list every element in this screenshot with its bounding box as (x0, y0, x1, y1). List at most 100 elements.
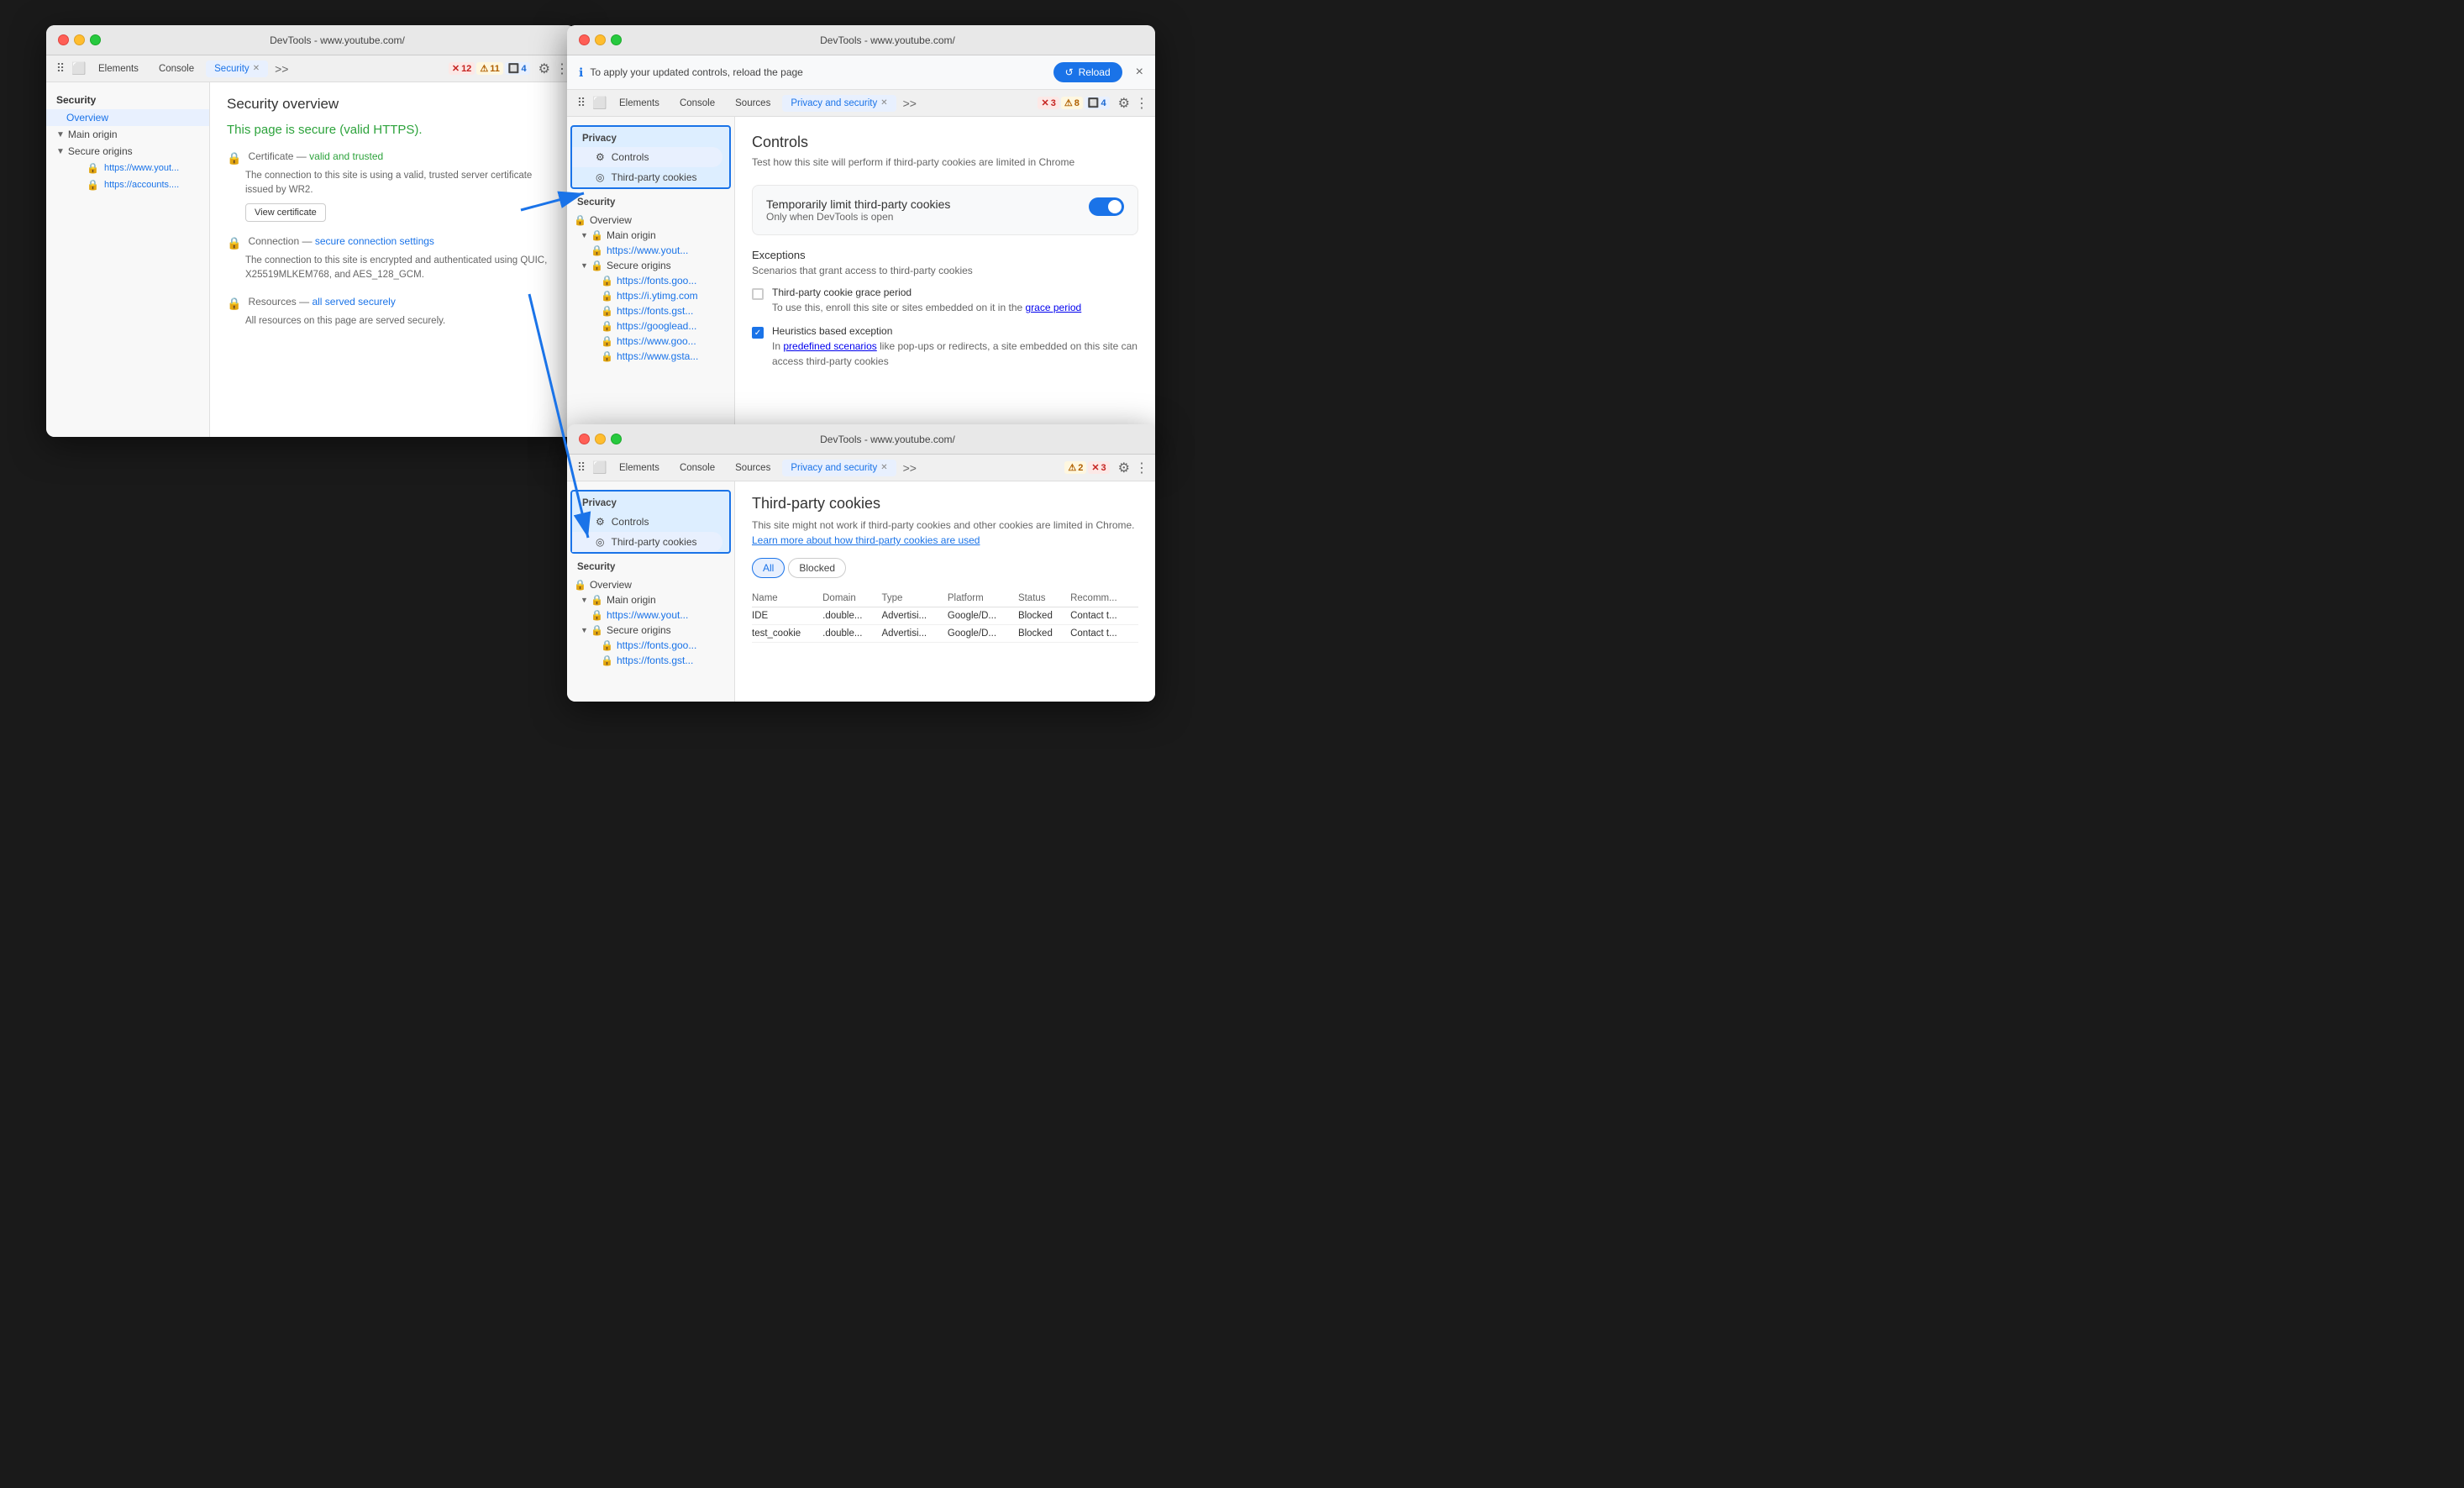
maximize-button-1[interactable] (90, 34, 101, 45)
devtools-icon-3a[interactable]: ⠿ (574, 460, 589, 476)
privacy-section-highlighted-3: Privacy ⚙ Controls ◎ Third-party cookies (570, 490, 731, 554)
close-icon-tab-3[interactable]: ✕ (880, 463, 887, 472)
close-icon-security-tab[interactable]: ✕ (253, 64, 260, 73)
sidebar-item-url1[interactable]: 🔒 https://www.yout... (46, 160, 209, 176)
more-icon-2[interactable]: ⋮ (1135, 95, 1148, 112)
cert-header: 🔒 Certificate — valid and trusted (227, 150, 559, 166)
devtools-icon-2b[interactable]: ⬜ (592, 96, 607, 111)
info-badge-2: 🔲 4 (1085, 97, 1110, 109)
devtools-icon-2a[interactable]: ⠿ (574, 96, 589, 111)
tab-sources-3[interactable]: Sources (727, 460, 779, 476)
lock-icon-su3-2: 🔒 (601, 305, 613, 317)
filter-all-tab[interactable]: All (752, 558, 785, 578)
checkbox-heuristics[interactable]: ✓ (752, 327, 764, 339)
titlebar-3: DevTools - www.youtube.com/ (567, 424, 1155, 455)
maximize-button-3[interactable] (611, 434, 622, 444)
resources-header: 🔒 Resources — all served securely (227, 296, 559, 311)
close-banner-button[interactable]: × (1136, 65, 1143, 80)
table-row[interactable]: test_cookie.double...Advertisi...Google/… (752, 625, 1138, 643)
col-name: Name (752, 590, 822, 607)
more-tabs-1[interactable]: >> (271, 62, 292, 76)
gear-icon-2[interactable]: ⚙ (1118, 95, 1130, 112)
grace-period-link[interactable]: grace period (1026, 302, 1082, 313)
lock-icon-su4-2: 🔒 (601, 320, 613, 332)
tree-secure-url1-3[interactable]: 🔒 https://fonts.goo... (567, 638, 734, 653)
tree-overview-2[interactable]: 🔒 Overview (567, 213, 734, 228)
more-tabs-3[interactable]: >> (900, 461, 920, 475)
exceptions-section: Exceptions Scenarios that grant access t… (752, 249, 1138, 369)
resources-title: Resources — all served securely (248, 296, 395, 308)
sidebar-controls[interactable]: ⚙ Controls (572, 147, 722, 167)
window-title-1: DevTools - www.youtube.com/ (111, 34, 564, 46)
tab-elements-2[interactable]: Elements (611, 95, 668, 112)
resources-body: All resources on this page are served se… (227, 314, 559, 329)
tab-console-1[interactable]: Console (150, 60, 202, 77)
sidebar-toggle-secure-origins[interactable]: ▼ Secure origins (46, 143, 209, 160)
sidebar-third-party[interactable]: ◎ Third-party cookies (572, 167, 729, 187)
devtools-icon-3b[interactable]: ⬜ (592, 460, 607, 476)
tree-main-url-2[interactable]: 🔒 https://www.yout... (567, 243, 734, 258)
tree-secure-origins-toggle-2[interactable]: ▼ 🔒 Secure origins (567, 258, 734, 273)
minimize-button-2[interactable] (595, 34, 606, 45)
learn-more-link[interactable]: Learn more about how third-party cookies… (752, 534, 980, 546)
tab-privacy-security[interactable]: Privacy and security ✕ (782, 95, 896, 112)
sidebar-item-url2[interactable]: 🔒 https://accounts.... (46, 176, 209, 193)
sidebar-third-party-3[interactable]: ◎ Third-party cookies (572, 532, 722, 552)
info-icon-1: 🔲 (508, 63, 520, 74)
tree-secure-url5-2[interactable]: 🔒 https://www.goo... (567, 334, 734, 349)
cert-status-link[interactable]: valid and trusted (309, 150, 383, 162)
close-button-1[interactable] (58, 34, 69, 45)
close-button-3[interactable] (579, 434, 590, 444)
lock-icon-su2-2: 🔒 (601, 290, 613, 302)
minimize-button-1[interactable] (74, 34, 85, 45)
tree-secure-url2-2[interactable]: 🔒 https://i.ytimg.com (567, 288, 734, 303)
sidebar-toggle-main-origin[interactable]: ▼ Main origin (46, 126, 209, 143)
sidebar-controls-3[interactable]: ⚙ Controls (572, 512, 729, 532)
limit-cookies-toggle[interactable] (1089, 197, 1124, 216)
close-button-2[interactable] (579, 34, 590, 45)
gear-icon-3[interactable]: ⚙ (1118, 460, 1130, 476)
tree-main-url-3[interactable]: 🔒 https://www.yout... (567, 607, 734, 623)
tab-console-3[interactable]: Console (671, 460, 723, 476)
devtools-icon-1[interactable]: ⠿ (53, 61, 68, 76)
lock-icon-cert: 🔒 (227, 151, 241, 166)
tree-secure-url3-2[interactable]: 🔒 https://fonts.gst... (567, 303, 734, 318)
tree-secure-url6-2[interactable]: 🔒 https://www.gsta... (567, 349, 734, 364)
tab-sources-2[interactable]: Sources (727, 95, 779, 112)
more-tabs-2[interactable]: >> (900, 97, 920, 110)
reload-button[interactable]: ↺ Reload (1053, 62, 1122, 82)
maximize-button-2[interactable] (611, 34, 622, 45)
tree-secure-url1-2[interactable]: 🔒 https://fonts.goo... (567, 273, 734, 288)
more-icon-3[interactable]: ⋮ (1135, 460, 1148, 476)
cell-status: Blocked (1018, 607, 1070, 625)
chevron-down-icon-secure: ▼ (56, 147, 65, 156)
tab-elements-3[interactable]: Elements (611, 460, 668, 476)
resources-status-link[interactable]: all served securely (312, 296, 395, 308)
lock-icon-main-2: 🔒 (591, 229, 603, 241)
tab-elements-1[interactable]: Elements (90, 60, 147, 77)
lock-icon-su1-3: 🔒 (601, 639, 613, 651)
minimize-button-3[interactable] (595, 434, 606, 444)
exception-grace-period: Third-party cookie grace period To use t… (752, 287, 1138, 315)
connection-status-link[interactable]: secure connection settings (315, 235, 434, 247)
lock-icon-secure-2: 🔒 (591, 260, 603, 271)
tree-secure-origins-toggle-3[interactable]: ▼ 🔒 Secure origins (567, 623, 734, 638)
gear-icon-1[interactable]: ⚙ (539, 60, 550, 77)
tree-secure-url2-3[interactable]: 🔒 https://fonts.gst... (567, 653, 734, 668)
filter-blocked-tab[interactable]: Blocked (788, 558, 846, 578)
predefined-scenarios-link[interactable]: predefined scenarios (783, 340, 876, 352)
view-certificate-button[interactable]: View certificate (245, 203, 326, 222)
close-icon-privacy-tab[interactable]: ✕ (880, 98, 887, 108)
tab-security[interactable]: Security ✕ (206, 60, 268, 77)
window-title-2: DevTools - www.youtube.com/ (632, 34, 1143, 46)
tree-main-origin-toggle-2[interactable]: ▼ 🔒 Main origin (567, 228, 734, 243)
devtools-icon-2[interactable]: ⬜ (71, 61, 87, 76)
table-row[interactable]: IDE.double...Advertisi...Google/D...Bloc… (752, 607, 1138, 625)
tab-privacy-security-3[interactable]: Privacy and security ✕ (782, 460, 896, 476)
tree-main-origin-toggle-3[interactable]: ▼ 🔒 Main origin (567, 592, 734, 607)
sidebar-item-overview[interactable]: Overview (46, 109, 209, 126)
checkbox-grace-period[interactable] (752, 288, 764, 300)
tree-overview-3[interactable]: 🔒 Overview (567, 577, 734, 592)
tab-console-2[interactable]: Console (671, 95, 723, 112)
tree-secure-url4-2[interactable]: 🔒 https://googlead... (567, 318, 734, 334)
